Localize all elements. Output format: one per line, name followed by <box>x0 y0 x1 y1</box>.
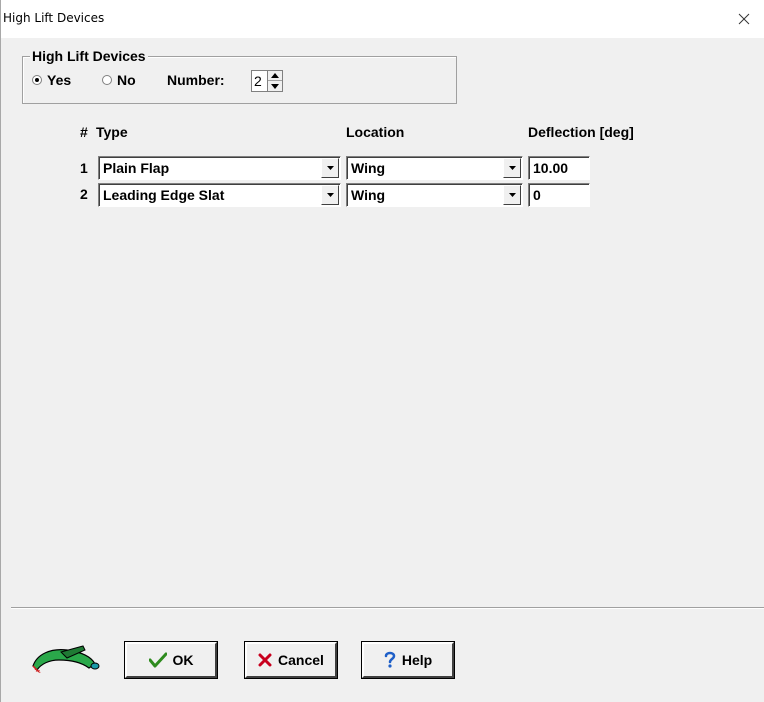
type-dropdown-button[interactable] <box>321 185 339 205</box>
chevron-down-icon <box>508 193 516 197</box>
type-select-value: Plain Flap <box>103 160 170 176</box>
location-dropdown-button[interactable] <box>503 185 521 205</box>
radio-yes-indicator[interactable] <box>32 75 42 85</box>
type-dropdown-button[interactable] <box>321 158 339 178</box>
number-spinner[interactable] <box>267 70 283 92</box>
col-header-type: Type <box>96 124 128 140</box>
row-number: 2 <box>80 186 88 202</box>
airplane-logo-icon <box>32 645 100 674</box>
number-label: Number: <box>167 72 225 88</box>
x-icon <box>258 653 272 667</box>
help-button[interactable]: Help <box>361 641 455 679</box>
close-icon <box>738 13 750 25</box>
title-bar: High Lift Devices <box>1 0 764 38</box>
radio-no-indicator[interactable] <box>102 75 112 85</box>
radio-yes[interactable]: Yes <box>32 72 71 88</box>
ok-button[interactable]: OK <box>124 641 218 679</box>
row-number: 1 <box>80 160 88 176</box>
type-select[interactable]: Plain Flap <box>98 156 341 180</box>
ok-button-label: OK <box>172 652 194 668</box>
col-header-num: # <box>80 124 88 140</box>
location-select[interactable]: Wing <box>346 156 523 180</box>
spin-down-icon <box>271 83 279 89</box>
cancel-button[interactable]: Cancel <box>244 641 338 679</box>
footer-separator <box>11 607 764 609</box>
chevron-down-icon <box>326 193 334 197</box>
question-icon <box>384 651 396 669</box>
close-button[interactable] <box>724 0 764 38</box>
radio-no[interactable]: No <box>102 72 136 88</box>
location-select-value: Wing <box>351 160 386 176</box>
number-input[interactable]: 2 <box>251 70 267 92</box>
window-title: High Lift Devices <box>3 11 105 25</box>
chevron-down-icon <box>508 166 516 170</box>
location-select-value: Wing <box>351 187 386 203</box>
location-select[interactable]: Wing <box>346 183 523 207</box>
dialog-window: High Lift Devices High Lift Devices Yes … <box>0 0 764 702</box>
deflection-input[interactable]: 10.00 <box>528 156 590 180</box>
checkmark-icon <box>148 652 167 668</box>
radio-no-label: No <box>117 72 136 88</box>
col-header-deflection: Deflection [deg] <box>528 124 634 140</box>
cancel-button-label: Cancel <box>278 652 324 668</box>
location-dropdown-button[interactable] <box>503 158 521 178</box>
type-select[interactable]: Leading Edge Slat <box>98 183 341 207</box>
type-select-value: Leading Edge Slat <box>103 187 225 203</box>
spin-up-button[interactable] <box>268 71 282 81</box>
spin-down-button[interactable] <box>268 81 282 91</box>
deflection-input[interactable]: 0 <box>528 183 590 207</box>
groupbox-legend: High Lift Devices <box>30 47 148 65</box>
spin-up-icon <box>271 73 279 78</box>
radio-yes-label: Yes <box>47 72 72 88</box>
col-header-location: Location <box>346 124 405 140</box>
help-button-label: Help <box>401 652 433 668</box>
chevron-down-icon <box>326 166 334 170</box>
